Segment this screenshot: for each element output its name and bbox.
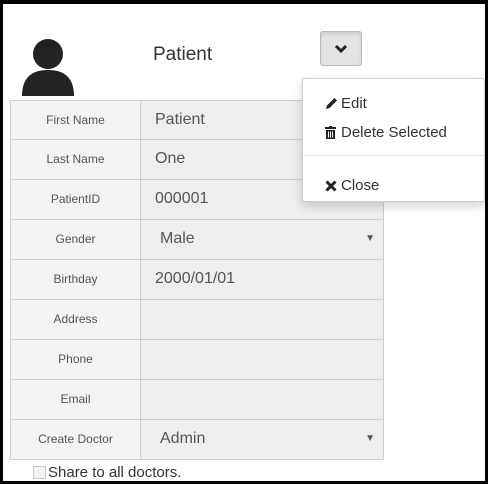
form-row-create-doctor: Create Doctor Admin ▼: [10, 419, 384, 460]
patient-id-label: PatientID: [10, 179, 140, 220]
form-row-phone: Phone: [10, 339, 384, 380]
menu-item-delete-selected[interactable]: Delete Selected: [325, 124, 447, 141]
create-doctor-value: Admin: [160, 430, 206, 447]
caret-down-icon: ▼: [365, 233, 375, 244]
create-doctor-label: Create Doctor: [10, 419, 140, 460]
menu-divider: [303, 155, 484, 156]
page-title: Patient: [153, 44, 213, 65]
share-label: Share to all doctors.: [48, 464, 182, 481]
options-dropdown-button[interactable]: [320, 31, 362, 66]
form-row-birthday: Birthday 2000/01/01: [10, 259, 384, 300]
phone-label: Phone: [10, 339, 140, 380]
gender-select[interactable]: Male ▼: [140, 219, 384, 260]
menu-item-label: Close: [341, 177, 380, 194]
gender-value: Male: [160, 230, 195, 247]
menu-item-close[interactable]: Close: [325, 177, 379, 194]
phone-field[interactable]: [140, 339, 384, 380]
options-dropdown-menu: Edit Delete Selected Close: [302, 78, 485, 202]
gender-label: Gender: [10, 219, 140, 260]
email-label: Email: [10, 379, 140, 420]
address-field[interactable]: [140, 299, 384, 340]
last-name-label: Last Name: [10, 139, 140, 180]
menu-item-label: Delete Selected: [341, 124, 447, 141]
birthday-field[interactable]: 2000/01/01: [140, 259, 384, 300]
share-option: Share to all doctors.: [33, 464, 181, 481]
create-doctor-select[interactable]: Admin ▼: [140, 419, 384, 460]
user-icon: [22, 39, 74, 96]
menu-item-edit[interactable]: Edit: [325, 95, 367, 112]
email-field[interactable]: [140, 379, 384, 420]
birthday-label: Birthday: [10, 259, 140, 300]
times-icon: [325, 179, 341, 192]
caret-down-icon: ▼: [365, 433, 375, 444]
patient-panel: Patient First Name Patient Last Name One…: [3, 4, 485, 481]
menu-item-label: Edit: [341, 95, 367, 112]
form-row-gender: Gender Male ▼: [10, 219, 384, 260]
pencil-icon: [325, 97, 341, 110]
share-checkbox[interactable]: [33, 466, 46, 479]
trash-icon: [325, 126, 341, 139]
chevron-down-icon: [334, 44, 348, 53]
form-row-address: Address: [10, 299, 384, 340]
form-row-email: Email: [10, 379, 384, 420]
first-name-label: First Name: [10, 100, 140, 140]
address-label: Address: [10, 299, 140, 340]
